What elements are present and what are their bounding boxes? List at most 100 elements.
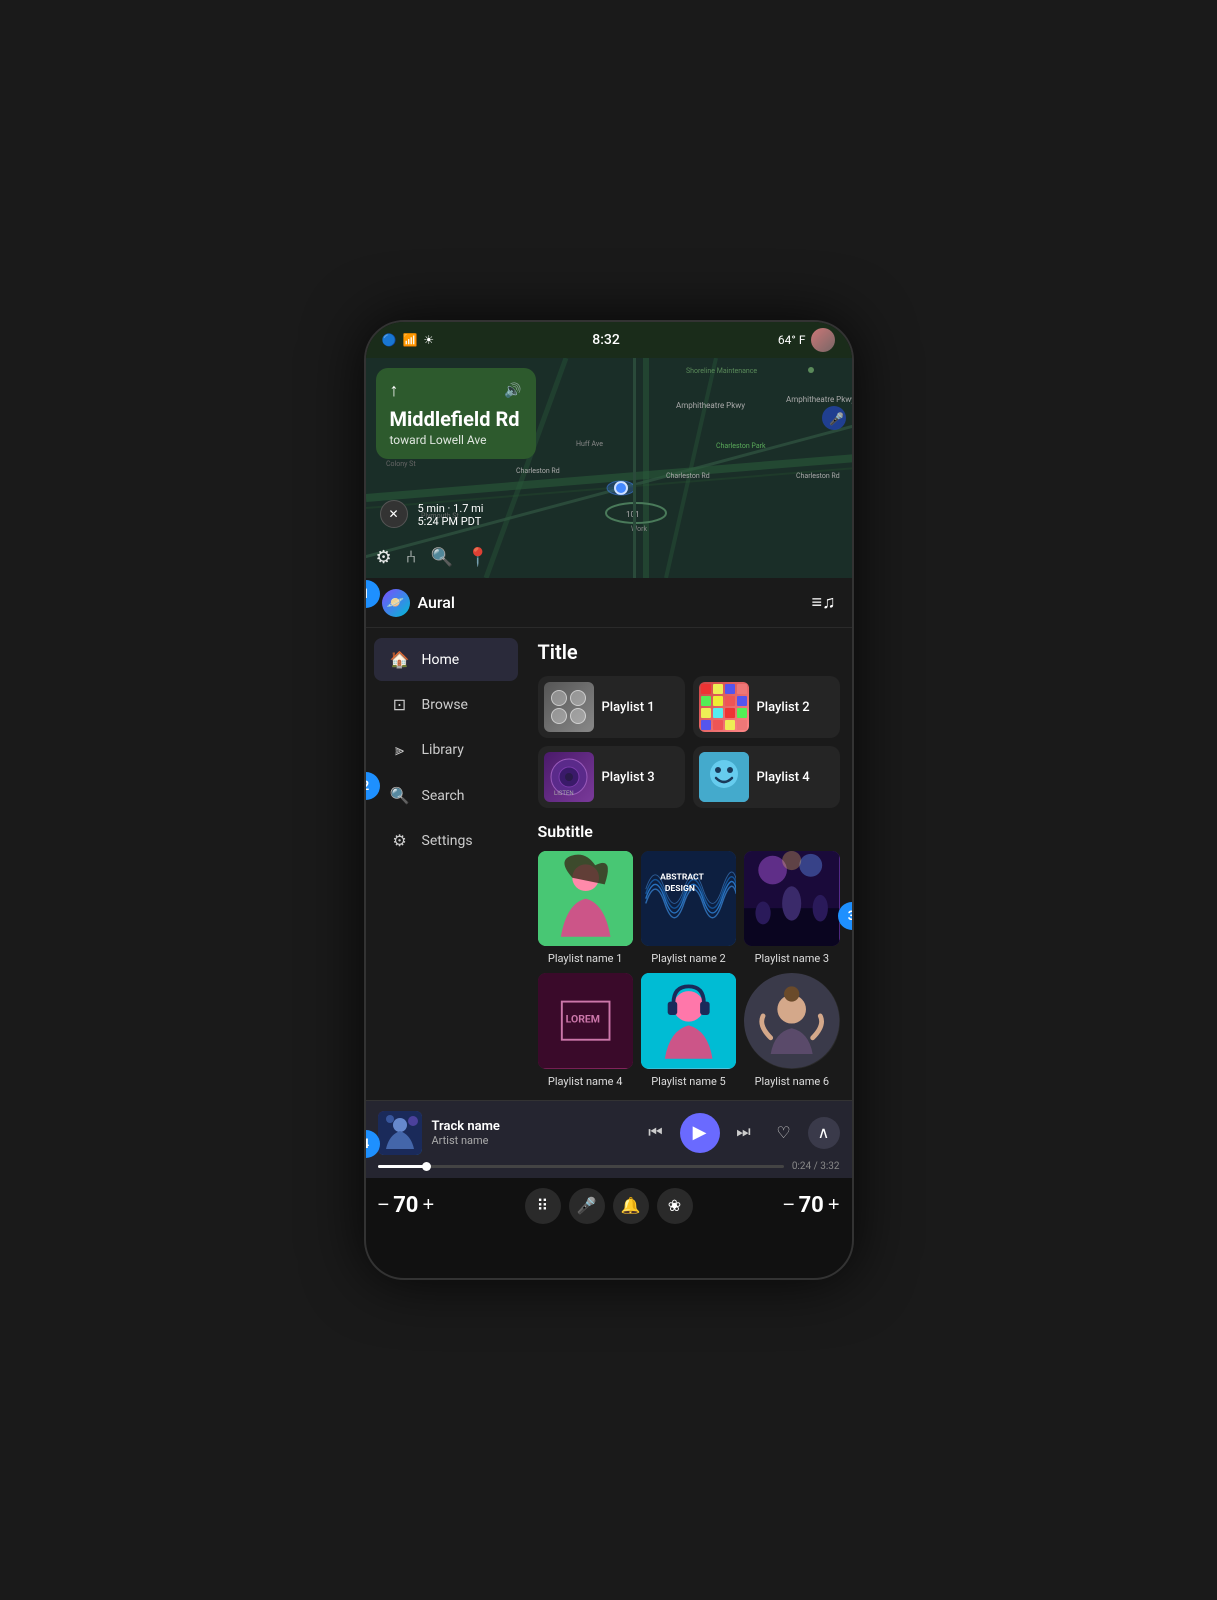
svg-text:Charleston Rd: Charleston Rd	[796, 472, 840, 480]
status-right: 64° F	[778, 328, 836, 352]
nav-info: 5 min · 1.7 mi 5:24 PM PDT	[418, 502, 484, 528]
next-button[interactable]: ⏭	[728, 1117, 760, 1149]
queue-icon[interactable]: ≡♫	[811, 592, 835, 613]
sidebar-item-settings[interactable]: ⚙ Settings	[374, 819, 518, 862]
playlist-label-4: Playlist 4	[757, 770, 810, 785]
nav-direction-icon: ↑	[390, 380, 399, 401]
svg-text:LISTEN: LISTEN	[554, 790, 574, 797]
map-search-icon[interactable]: 🔍	[430, 547, 452, 568]
sidebar-label-settings: Settings	[422, 833, 473, 849]
playlist-label-2: Playlist 2	[757, 700, 810, 715]
np-info: Track name Artist name	[432, 1119, 630, 1147]
nav-dismiss-button[interactable]: ✕	[380, 500, 408, 528]
bell-button[interactable]: 🔔	[613, 1188, 649, 1224]
np-artist-name: Artist name	[432, 1134, 630, 1147]
album-art-6	[744, 973, 839, 1068]
vol-right-plus[interactable]: +	[828, 1194, 840, 1217]
svg-text:Charleston Park: Charleston Park	[716, 442, 766, 450]
progress-bar[interactable]	[378, 1165, 784, 1168]
fan-button[interactable]: ❀	[657, 1188, 693, 1224]
vol-right-minus[interactable]: −	[783, 1194, 795, 1217]
album-card-5[interactable]: Playlist name 5	[641, 973, 736, 1087]
playlist-card-3[interactable]: LISTEN Playlist 3	[538, 746, 685, 808]
album-card-4[interactable]: LOREM Playlist name 4	[538, 973, 633, 1087]
progress-fill	[378, 1165, 427, 1168]
temperature: 64° F	[778, 333, 806, 347]
playlist-card-1[interactable]: Playlist 1	[538, 676, 685, 738]
play-pause-button[interactable]: ▶	[680, 1113, 720, 1153]
sidebar-item-browse[interactable]: ⊡ Browse	[374, 683, 518, 726]
vol-right-value: 70	[799, 1193, 824, 1218]
sidebar-item-home[interactable]: 🏠 Home	[374, 638, 518, 681]
sidebar-label-home: Home	[422, 652, 460, 668]
expand-button[interactable]: ∧	[808, 1117, 840, 1149]
playlist-card-4[interactable]: Playlist 4	[693, 746, 840, 808]
nav-eta: 5 min · 1.7 mi	[418, 502, 484, 515]
nav-time: 5:24 PM PDT	[418, 515, 484, 528]
svg-text:Amphitheatre Pkwy: Amphitheatre Pkwy	[676, 401, 745, 410]
brightness-icon: ☀	[423, 333, 434, 347]
vol-left-value: 70	[393, 1193, 418, 1218]
app-name: Aural	[418, 593, 456, 612]
playlist-thumb-4	[699, 752, 749, 802]
sidebar-item-library[interactable]: ⫸ Library	[374, 728, 518, 772]
album-card-1[interactable]: Playlist name 1	[538, 851, 633, 965]
status-time: 8:32	[592, 332, 620, 348]
playlist-card-2[interactable]: Playlist 2	[693, 676, 840, 738]
svg-text:LOREM: LOREM	[565, 1013, 599, 1026]
system-bar: − 70 + ⠿ 🎤 🔔 ❀ − 70 +	[366, 1178, 852, 1234]
signal-icon: 📶	[402, 333, 417, 347]
sidebar-label-library: Library	[422, 742, 464, 758]
nav-direction: toward Lowell Ave	[390, 433, 522, 447]
section-subtitle: Subtitle	[538, 822, 840, 841]
like-button[interactable]: ♡	[768, 1117, 800, 1149]
svg-text:Huff Ave: Huff Ave	[576, 440, 603, 448]
sidebar: 🏠 Home ⊡ Browse ⫸ Library 🔍 Search ⚙	[366, 628, 526, 1100]
nav-card: ↑ 🔊 Middlefield Rd toward Lowell Ave	[376, 368, 536, 459]
svg-text:Colony St: Colony St	[386, 460, 416, 468]
status-bar: 🔵 📶 ☀ 8:32 64° F	[366, 322, 852, 358]
vol-left-plus[interactable]: +	[422, 1194, 434, 1217]
album-art-4: LOREM	[538, 973, 633, 1068]
album-name-6: Playlist name 6	[744, 1075, 839, 1088]
svg-text:🎤: 🎤	[829, 411, 844, 426]
svg-text:Charleston Rd: Charleston Rd	[516, 467, 560, 475]
sys-center-controls: ⠿ 🎤 🔔 ❀	[525, 1188, 693, 1224]
now-playing-bar: Track name Artist name ⏮ ▶ ⏭ ♡ ∧ 0:24 /	[366, 1100, 852, 1178]
playlist-label-1: Playlist 1	[602, 700, 655, 715]
album-card-3[interactable]: Playlist name 3	[744, 851, 839, 965]
playlist-thumb-3: LISTEN	[544, 752, 594, 802]
user-avatar[interactable]	[811, 328, 835, 352]
library-icon: ⫸	[390, 740, 410, 760]
content-area: 🏠 Home ⊡ Browse ⫸ Library 🔍 Search ⚙	[366, 628, 852, 1100]
status-left: 🔵 📶 ☀	[382, 333, 435, 347]
nav-volume-icon: 🔊	[504, 383, 521, 399]
np-main: Track name Artist name ⏮ ▶ ⏭ ♡ ∧	[378, 1111, 840, 1155]
playlist-thumb-1	[544, 682, 594, 732]
section-title-1: Title	[538, 640, 840, 664]
grid-button[interactable]: ⠿	[525, 1188, 561, 1224]
app-icon: 🪐	[382, 589, 410, 617]
album-name-3: Playlist name 3	[744, 952, 839, 965]
np-time: 0:24 / 3:32	[792, 1161, 840, 1172]
album-card-6[interactable]: Playlist name 6	[744, 973, 839, 1087]
svg-text:Work: Work	[631, 525, 647, 533]
album-grid: Playlist name 1 ABSTRACT	[538, 851, 840, 1088]
mic-button[interactable]: 🎤	[569, 1188, 605, 1224]
map-settings-icon[interactable]: ⚙	[376, 547, 392, 568]
album-art-5	[641, 973, 736, 1068]
vol-left-minus[interactable]: −	[378, 1194, 390, 1217]
search-icon: 🔍	[390, 786, 410, 805]
svg-text:101: 101	[626, 510, 640, 519]
sidebar-item-search[interactable]: 🔍 Search	[374, 774, 518, 817]
np-controls: ⏮ ▶ ⏭ ♡ ∧	[640, 1113, 840, 1153]
album-card-2[interactable]: ABSTRACT DESIGN Playlist name 2	[641, 851, 736, 965]
svg-text:Charleston Rd: Charleston Rd	[666, 472, 710, 480]
album-art-3	[744, 851, 839, 946]
map-pin-icon[interactable]: 📍	[467, 547, 489, 568]
app-logo: 🪐 Aural	[382, 589, 456, 617]
prev-button[interactable]: ⏮	[640, 1117, 672, 1149]
svg-text:ABSTRACT: ABSTRACT	[660, 873, 704, 883]
settings-icon: ⚙	[390, 831, 410, 850]
map-fork-icon[interactable]: ⑃	[406, 547, 417, 568]
